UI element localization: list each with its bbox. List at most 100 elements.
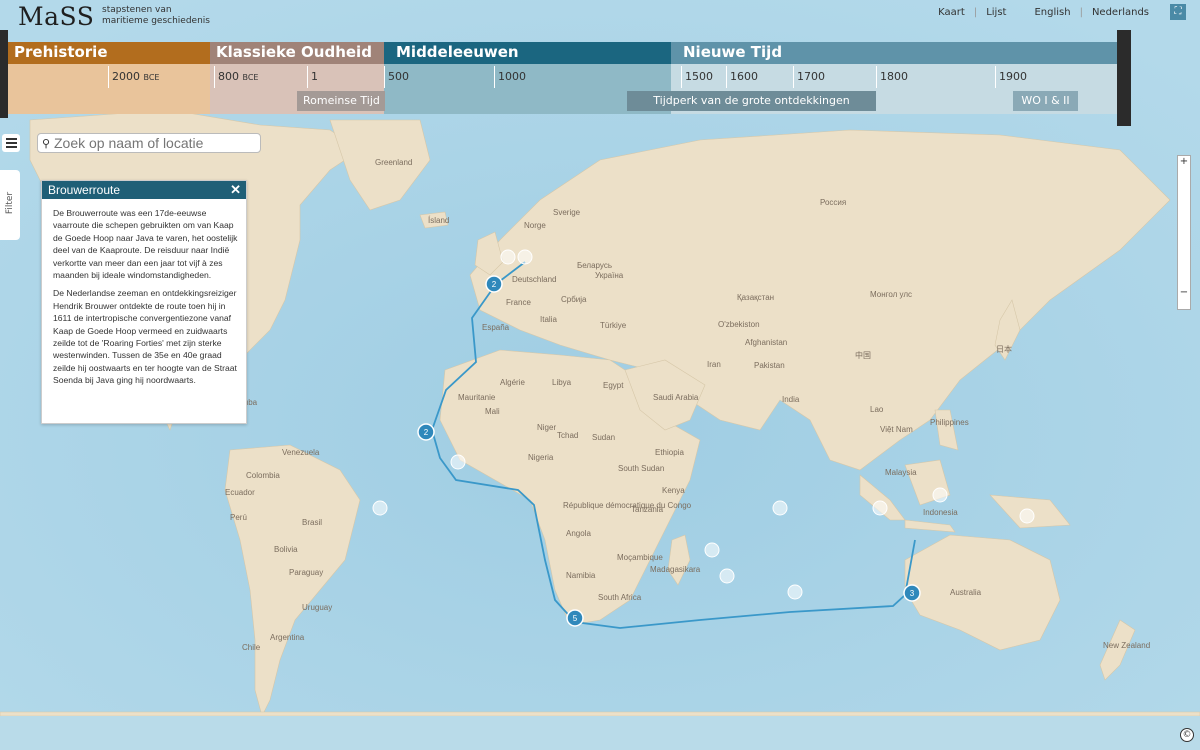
tick-label: 1800 (880, 70, 908, 83)
search-box: ⚲ (37, 133, 261, 153)
filter-tab[interactable]: Filter (0, 170, 20, 240)
tick-unit: BCE (143, 73, 160, 82)
tagline-line: stapstenen van (102, 5, 172, 15)
ship-marker (450, 454, 466, 470)
svg-text:République démocratique du Con: République démocratique du Congo (563, 501, 692, 510)
timeline-tick: 1700 (793, 66, 825, 88)
period-grote-ontdekkingen[interactable]: Tijdperk van de grote ontdekkingen (627, 91, 876, 111)
nav-english[interactable]: English (1027, 7, 1077, 18)
tick-label: 2000 (112, 70, 140, 83)
zoom-in-button[interactable]: + (1178, 156, 1190, 168)
era-label: Prehistorie (8, 42, 210, 64)
svg-text:Chile: Chile (242, 643, 261, 652)
zoom-out-button[interactable]: − (1178, 287, 1190, 299)
svg-text:Argentina: Argentina (270, 633, 305, 642)
nav-kaart[interactable]: Kaart (931, 7, 972, 18)
svg-text:Mauritanie: Mauritanie (458, 393, 496, 402)
svg-text:Kenya: Kenya (662, 486, 685, 495)
nav-separator: | (1079, 7, 1083, 18)
ship-marker (772, 500, 788, 516)
svg-text:Moçambique: Moçambique (617, 553, 663, 562)
svg-text:Україна: Україна (595, 271, 624, 280)
tick-unit: BCE (242, 73, 259, 82)
period-wo-i-ii[interactable]: WO I & II (1013, 91, 1078, 111)
top-nav: Kaart | Lijst English | Nederlands (931, 7, 1156, 18)
info-header: Brouwerroute ✕ (42, 181, 246, 199)
cluster-label: 5 (573, 614, 578, 623)
svg-text:Pakistan: Pakistan (754, 361, 785, 370)
app: Deutschland France España Italia Algérie… (0, 0, 1200, 750)
tick-label: 1500 (685, 70, 713, 83)
svg-text:España: España (482, 323, 510, 332)
fullscreen-icon[interactable]: ⛶ (1170, 4, 1186, 20)
menu-bar (6, 138, 17, 140)
svg-text:Madagasikara: Madagasikara (650, 565, 701, 574)
ship-marker (500, 249, 516, 265)
svg-text:Deutschland: Deutschland (512, 275, 556, 284)
era-label: Nieuwe Tijd (671, 42, 1124, 64)
timeline-frame-right (1117, 30, 1131, 126)
svg-text:Lao: Lao (870, 405, 884, 414)
svg-text:Tchad: Tchad (557, 431, 578, 440)
svg-text:Namibia: Namibia (566, 571, 596, 580)
filter-label: Filter (5, 191, 15, 215)
tick-label: 500 (388, 70, 409, 83)
nav-lijst[interactable]: Lijst (979, 7, 1013, 18)
nav-nederlands[interactable]: Nederlands (1085, 7, 1156, 18)
svg-text:Malaysia: Malaysia (885, 468, 917, 477)
svg-text:Brasil: Brasil (302, 518, 322, 527)
svg-text:日本: 日本 (996, 344, 1012, 354)
tick-label: 1000 (498, 70, 526, 83)
ship-marker (517, 249, 533, 265)
svg-text:Tanzania: Tanzania (631, 505, 664, 514)
nav-separator: | (973, 7, 978, 18)
svg-text:New Zealand: New Zealand (1103, 641, 1150, 650)
timeline-tick: 500 (384, 66, 409, 88)
svg-text:Ísland: Ísland (428, 216, 449, 225)
ship-marker (1019, 508, 1035, 524)
svg-text:Colombia: Colombia (246, 471, 280, 480)
tagline-line: maritieme geschiedenis (102, 16, 210, 26)
copyright-icon[interactable]: © (1180, 728, 1194, 742)
search-input[interactable] (54, 135, 254, 151)
svg-text:South Sudan: South Sudan (618, 464, 664, 473)
timeline-frame-left (0, 30, 8, 118)
timeline-tick: 1 (307, 66, 318, 88)
tick-label: 1900 (999, 70, 1027, 83)
menu-icon[interactable] (2, 134, 20, 152)
tick-label: 800 (218, 70, 239, 83)
timeline-tick: 1900 (995, 66, 1027, 88)
zoom-control[interactable]: + − (1177, 155, 1191, 310)
svg-text:Србија: Србија (561, 295, 587, 304)
period-romeinse-tijd[interactable]: Romeinse Tijd (297, 91, 385, 111)
svg-text:Nigeria: Nigeria (528, 453, 554, 462)
svg-text:Angola: Angola (566, 529, 591, 538)
tagline: stapstenen van maritieme geschiedenis (102, 5, 222, 27)
timeline-tick: 1800 (876, 66, 908, 88)
svg-text:South Africa: South Africa (598, 593, 642, 602)
svg-text:Niger: Niger (537, 423, 556, 432)
svg-text:Монгол улс: Монгол улс (870, 290, 912, 299)
svg-text:Venezuela: Venezuela (282, 448, 320, 457)
ship-marker (787, 584, 803, 600)
svg-text:France: France (506, 298, 531, 307)
era-label: Klassieke Oudheid (210, 42, 384, 64)
era-label: Middeleeuwen (384, 42, 671, 64)
timeline-tick: 2000 BCE (108, 66, 160, 88)
svg-text:Mali: Mali (485, 407, 500, 416)
search-icon[interactable]: ⚲ (38, 137, 54, 150)
ship-marker (704, 542, 720, 558)
info-title: Brouwerroute (48, 183, 121, 197)
nav-gap (1013, 7, 1027, 18)
svg-text:Việt Nam: Việt Nam (880, 425, 913, 434)
logo[interactable]: MaSS (18, 2, 94, 31)
svg-text:Bolivia: Bolivia (274, 545, 298, 554)
svg-text:Afghanistan: Afghanistan (745, 338, 787, 347)
ship-marker (932, 487, 948, 503)
ship-marker (872, 500, 888, 516)
cluster-label: 3 (910, 589, 915, 598)
svg-text:Ecuador: Ecuador (225, 488, 255, 497)
svg-text:Italia: Italia (540, 315, 557, 324)
svg-text:Uruguay: Uruguay (302, 603, 332, 612)
close-icon[interactable]: ✕ (230, 181, 241, 199)
